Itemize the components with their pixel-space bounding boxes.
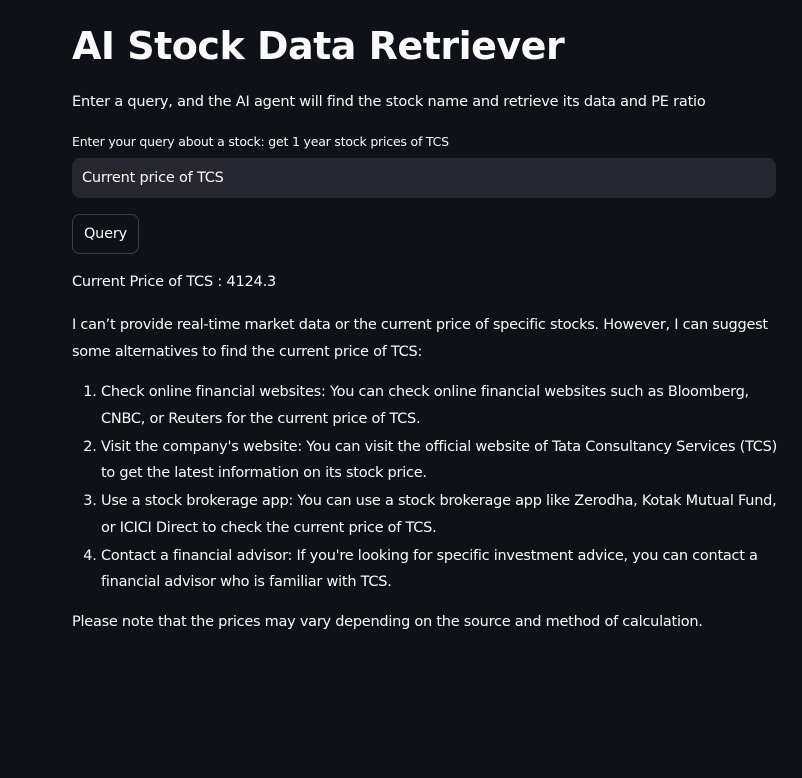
page-subtitle: Enter a query, and the AI agent will fin… bbox=[72, 94, 706, 110]
page-title: AI Stock Data Retriever bbox=[72, 24, 565, 68]
response-step: Use a stock brokerage app: You can use a… bbox=[101, 488, 782, 541]
response-intro: I can’t provide real-time market data or… bbox=[72, 317, 768, 360]
ai-response: I can’t provide real-time market data or… bbox=[72, 312, 782, 635]
response-step: Visit the company's website: You can vis… bbox=[101, 434, 782, 487]
response-note: Please note that the prices may vary dep… bbox=[72, 613, 703, 630]
query-input-label: Enter your query about a stock: get 1 ye… bbox=[72, 134, 449, 149]
current-price-text: Current Price of TCS : 4124.3 bbox=[72, 274, 277, 290]
response-step: Contact a financial advisor: If you're l… bbox=[101, 543, 782, 596]
query-button[interactable]: Query bbox=[72, 214, 139, 254]
response-step: Check online financial websites: You can… bbox=[101, 379, 782, 432]
response-steps-list: Check online financial websites: You can… bbox=[72, 379, 782, 596]
query-input[interactable] bbox=[72, 158, 776, 198]
